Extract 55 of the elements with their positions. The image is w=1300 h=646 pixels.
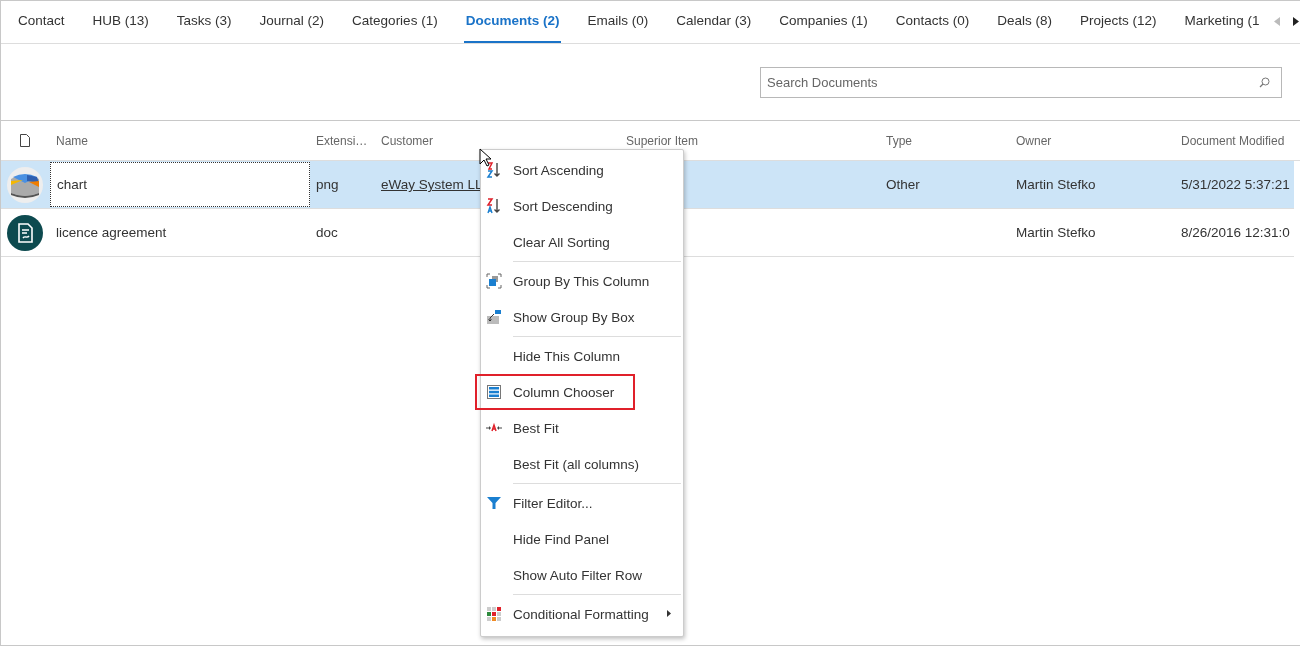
tab[interactable]: Projects (12) <box>1078 0 1159 43</box>
color-grid-icon <box>486 606 502 622</box>
tab[interactable]: Journal (2) <box>257 0 327 43</box>
table-cell-text: 8/26/2016 12:31:0 <box>1180 225 1291 240</box>
table-cell: chart <box>57 177 87 192</box>
submenu-arrow-icon <box>667 610 671 617</box>
tab[interactable]: Emails (0) <box>585 0 651 43</box>
table-cell-text: Martin Stefko <box>1015 177 1097 192</box>
table-cell: licence agreement <box>56 225 167 240</box>
menu-item[interactable]: Hide Find Panel <box>481 521 683 557</box>
menu-item[interactable]: Show Group By Box <box>481 299 683 335</box>
tab[interactable]: Categories (1) <box>350 0 440 43</box>
column-header[interactable]: Extensi… <box>310 133 375 148</box>
column-header[interactable]: Name <box>50 133 310 148</box>
table-cell-text: doc <box>315 225 339 240</box>
sort-descending-icon <box>486 198 502 214</box>
table-cell-text: 5/31/2022 5:37:21 <box>1180 177 1291 192</box>
tab[interactable]: Marketing (1 <box>1182 0 1262 43</box>
document-icon <box>7 214 43 251</box>
menu-item[interactable]: Clear All Sorting <box>481 224 683 260</box>
tab[interactable]: Deals (8) <box>995 0 1055 43</box>
table-cell: Other <box>886 177 920 192</box>
group-icon <box>486 273 502 289</box>
menu-item[interactable]: Best Fit (all columns) <box>481 446 683 482</box>
tab[interactable]: HUB (13) <box>90 0 151 43</box>
group-box-icon <box>486 309 502 325</box>
search-icon <box>1259 76 1270 88</box>
menu-item[interactable]: Conditional Formatting <box>481 596 683 632</box>
menu-item[interactable]: Column Chooser <box>475 374 635 410</box>
tab[interactable]: Contact <box>16 0 67 43</box>
menu-item[interactable]: Sort Ascending <box>481 152 683 188</box>
table-cell-text: Martin Stefko <box>1015 225 1097 240</box>
tab[interactable]: Calendar (3) <box>674 0 754 43</box>
document-icon <box>20 134 30 147</box>
menu-item[interactable]: Filter Editor... <box>481 485 683 521</box>
tab[interactable]: Documents (2) <box>463 0 562 43</box>
sort-ascending-icon <box>486 162 502 178</box>
menu-item[interactable]: Group By This Column <box>481 263 683 299</box>
column-header[interactable]: Customer <box>375 133 620 148</box>
table-cell-text: png <box>315 177 340 192</box>
column-header[interactable]: Document Modified <box>1175 133 1300 148</box>
tab[interactable]: Companies (1) <box>777 0 870 43</box>
column-header[interactable]: Type <box>880 133 1010 148</box>
pie-chart-thumbnail-icon <box>7 166 43 203</box>
search-field[interactable]: Search Documents <box>760 66 1282 98</box>
filter-icon <box>486 495 502 511</box>
column-header[interactable]: Owner <box>1010 133 1175 148</box>
scroll-right-icon[interactable] <box>1292 17 1299 26</box>
tab[interactable]: Tasks (3) <box>174 0 234 43</box>
menu-item[interactable]: Hide This Column <box>481 338 683 374</box>
tab[interactable]: Contacts (0) <box>893 0 972 43</box>
menu-item[interactable]: Show Auto Filter Row <box>481 557 683 593</box>
menu-item[interactable]: Best Fit <box>481 410 683 446</box>
column-header[interactable]: Superior Item <box>620 133 880 148</box>
columns-icon <box>486 384 502 400</box>
